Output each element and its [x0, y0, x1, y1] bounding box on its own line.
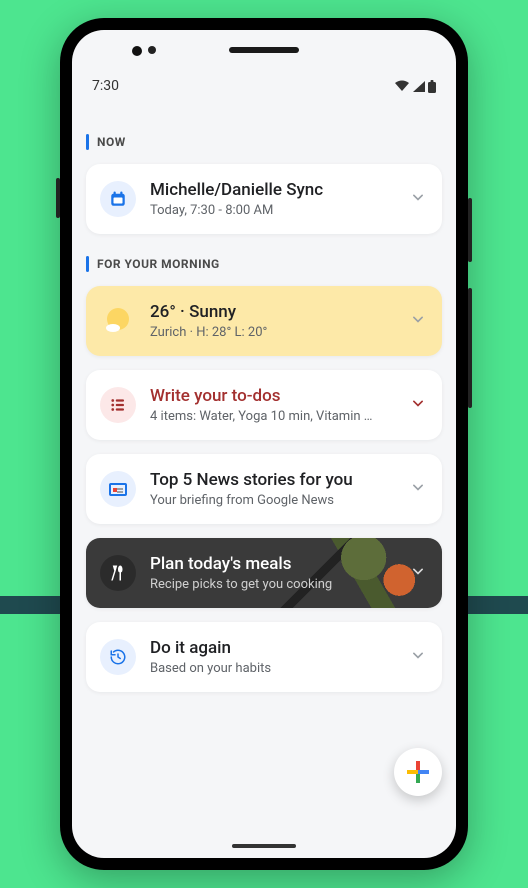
weather-title: 26° · Sunny: [150, 302, 394, 322]
front-sensor: [148, 46, 156, 54]
screen: 7:30 NOW Michelle/Danielle Sync Today, 7…: [72, 30, 456, 858]
meals-title: Plan today's meals: [150, 554, 394, 574]
meals-card[interactable]: Plan today's meals Recipe picks to get y…: [86, 538, 442, 608]
phone-frame: 7:30 NOW Michelle/Danielle Sync Today, 7…: [60, 18, 468, 870]
history-icon: [100, 639, 136, 675]
event-subtitle: Today, 7:30 - 8:00 AM: [150, 203, 394, 218]
status-time: 7:30: [92, 78, 119, 94]
fab-add-button[interactable]: [394, 748, 442, 796]
utensils-icon: [100, 555, 136, 591]
todos-title: Write your to-dos: [150, 386, 394, 406]
weather-card[interactable]: 26° · Sunny Zurich · H: 28° L: 20°: [86, 286, 442, 356]
chevron-down-icon[interactable]: [408, 309, 428, 333]
signal-icon: [412, 80, 426, 92]
news-title: Top 5 News stories for you: [150, 470, 394, 490]
earpiece-speaker: [229, 47, 299, 53]
section-accent-bar: [86, 134, 89, 150]
wifi-icon: [394, 80, 410, 92]
chevron-down-icon[interactable]: [408, 561, 428, 585]
weather-subtitle: Zurich · H: 28° L: 20°: [150, 325, 394, 340]
event-title: Michelle/Danielle Sync: [150, 180, 394, 200]
again-subtitle: Based on your habits: [150, 661, 394, 676]
sun-icon: [100, 303, 136, 339]
section-now: NOW: [86, 134, 442, 150]
section-label-text: FOR YOUR MORNING: [97, 257, 220, 271]
event-card[interactable]: Michelle/Danielle Sync Today, 7:30 - 8:0…: [86, 164, 442, 234]
volume-button: [468, 288, 472, 408]
chevron-down-icon[interactable]: [408, 645, 428, 669]
todos-subtitle: 4 items: Water, Yoga 10 min, Vitamin …: [150, 409, 394, 424]
status-bar: 7:30: [72, 70, 456, 100]
battery-icon: [428, 80, 436, 93]
front-camera: [132, 46, 142, 56]
calendar-icon: [100, 181, 136, 217]
list-icon: [100, 387, 136, 423]
plus-icon: [407, 761, 429, 783]
news-icon: [100, 471, 136, 507]
meals-subtitle: Recipe picks to get you cooking: [150, 577, 394, 592]
news-card[interactable]: Top 5 News stories for you Your briefing…: [86, 454, 442, 524]
news-subtitle: Your briefing from Google News: [150, 493, 394, 508]
chevron-down-icon[interactable]: [408, 187, 428, 211]
section-morning: FOR YOUR MORNING: [86, 256, 442, 272]
chevron-down-icon[interactable]: [408, 477, 428, 501]
again-title: Do it again: [150, 638, 394, 658]
again-card[interactable]: Do it again Based on your habits: [86, 622, 442, 692]
chevron-down-icon[interactable]: [408, 393, 428, 417]
side-button-left: [56, 178, 60, 218]
section-accent-bar: [86, 256, 89, 272]
feed-content: NOW Michelle/Danielle Sync Today, 7:30 -…: [72, 100, 456, 858]
notch-area: [72, 30, 456, 70]
section-label-text: NOW: [97, 135, 126, 149]
todos-card[interactable]: Write your to-dos 4 items: Water, Yoga 1…: [86, 370, 442, 440]
nav-handle[interactable]: [232, 844, 296, 848]
power-button: [468, 198, 472, 262]
